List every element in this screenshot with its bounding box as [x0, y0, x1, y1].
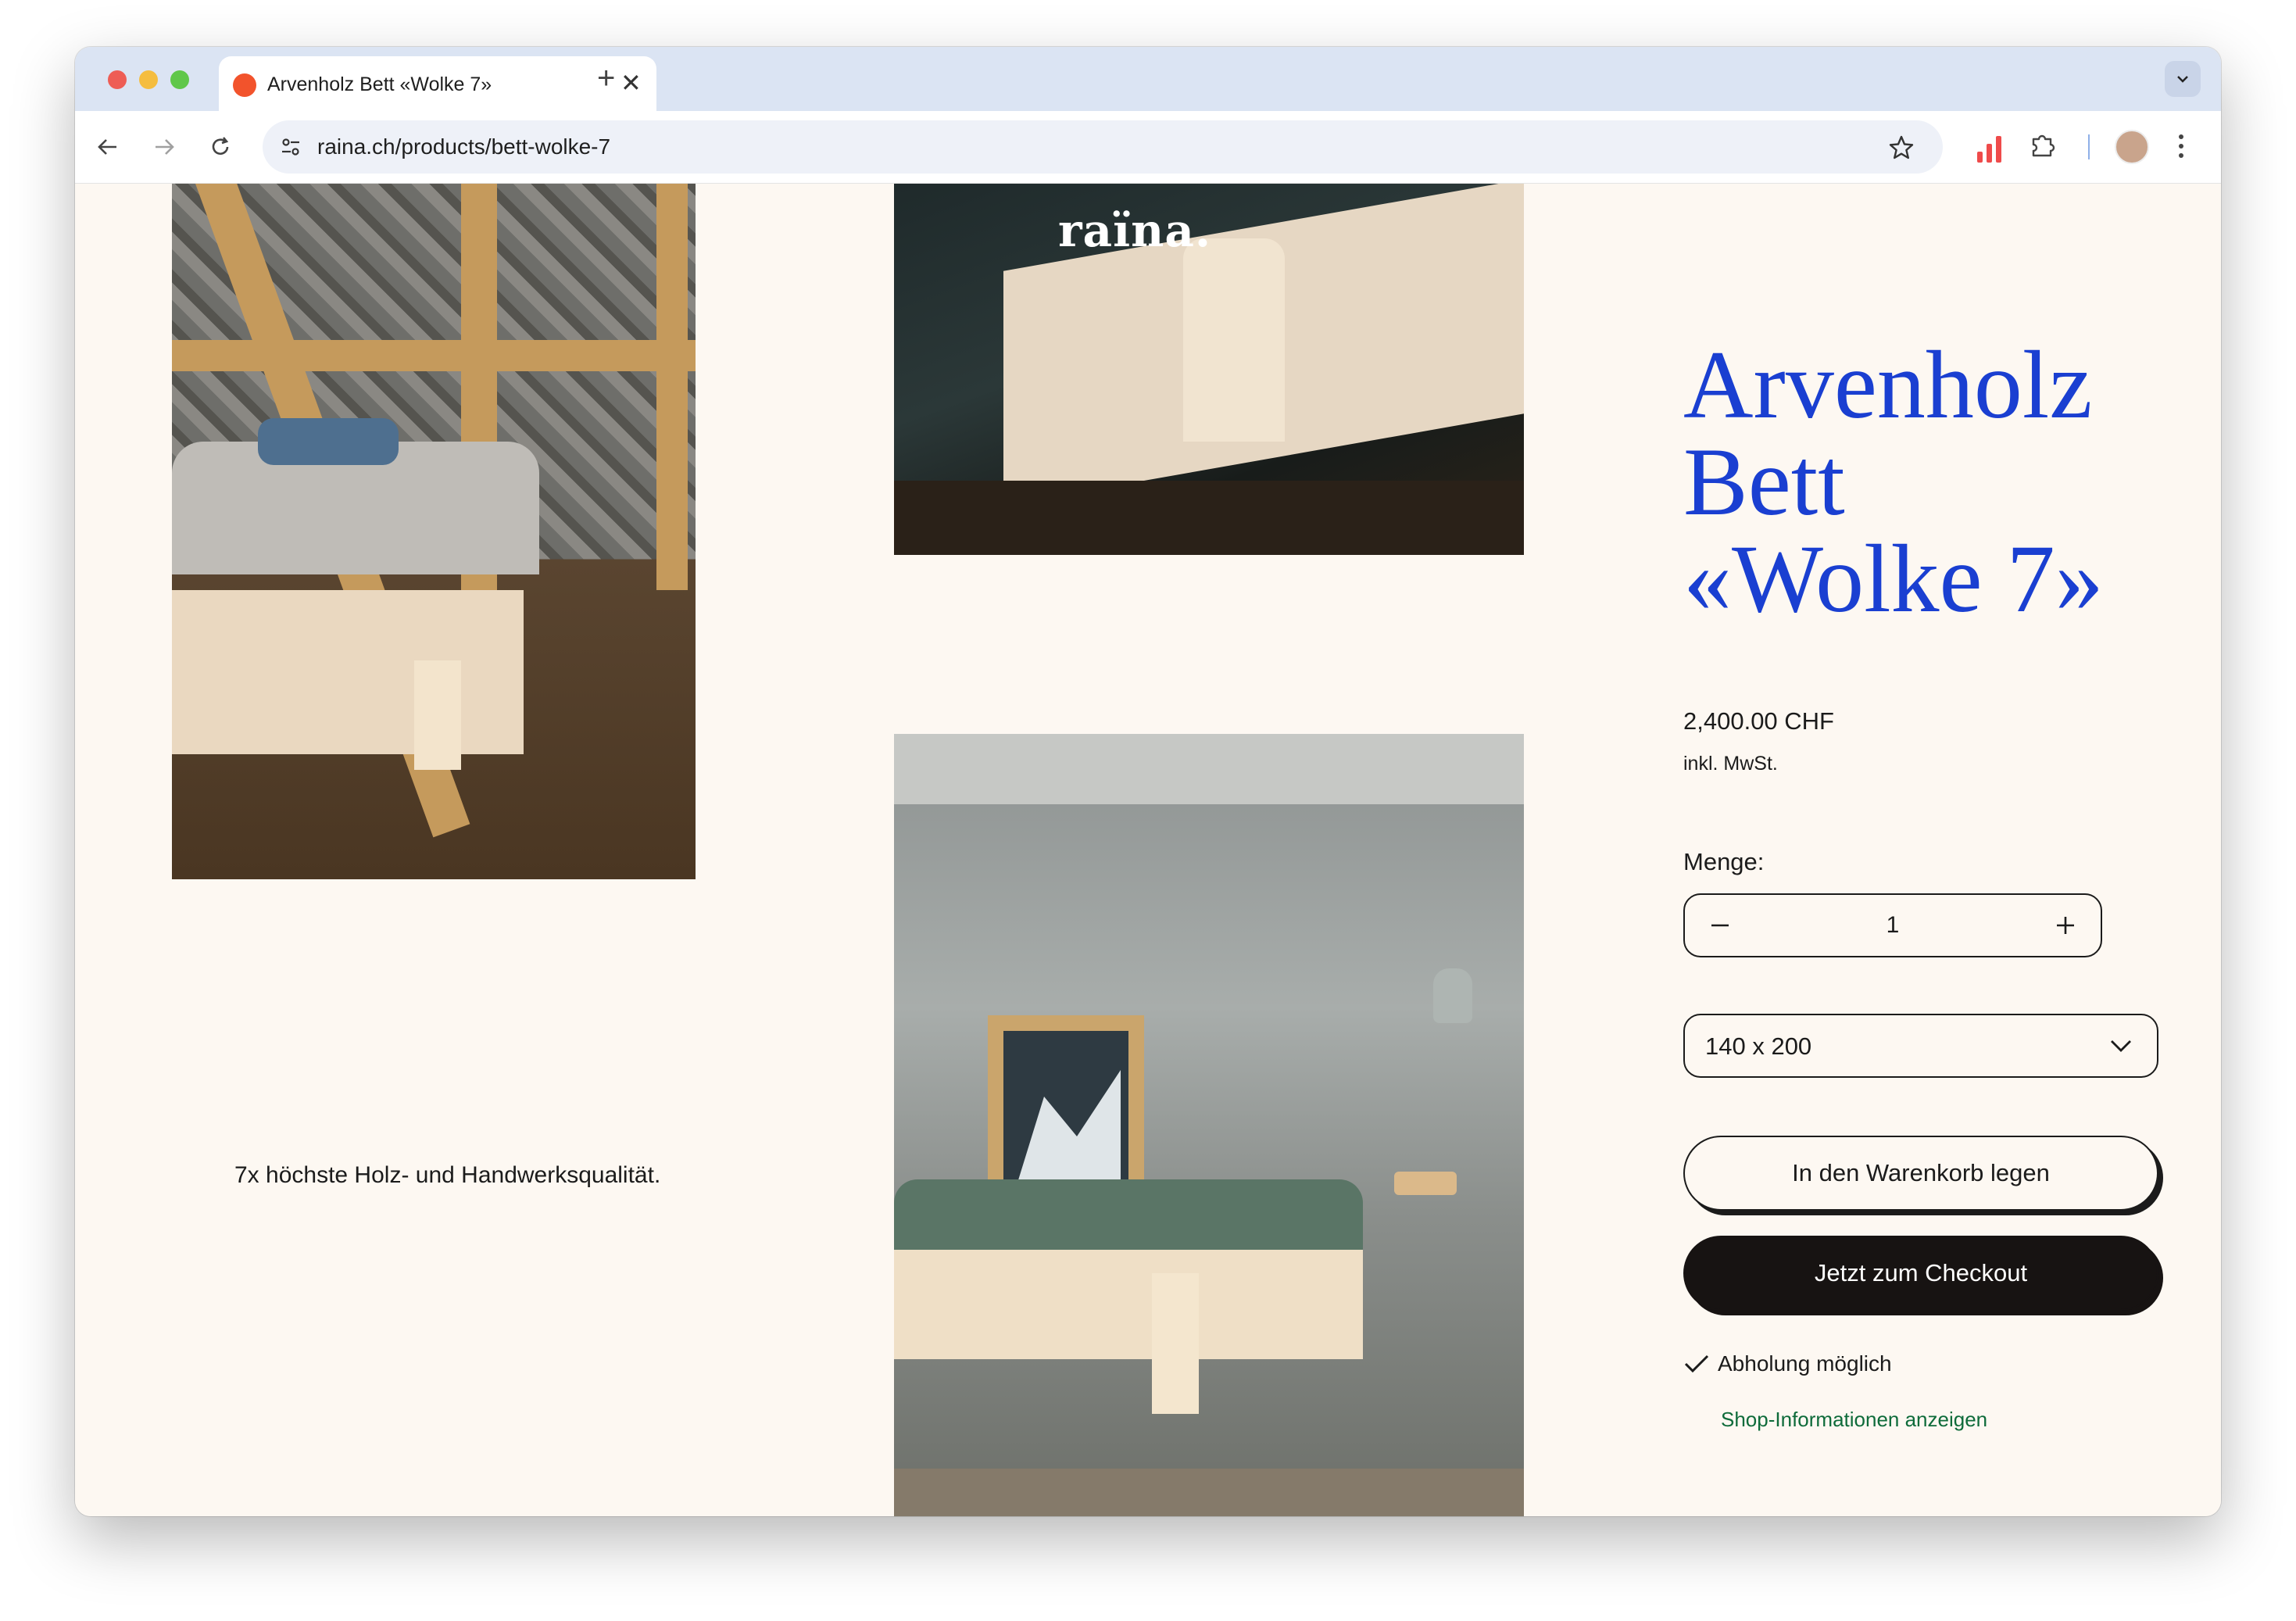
url-text[interactable]: raina.ch/products/bett-wolke-7 — [317, 134, 610, 159]
tab-title: Arvenholz Bett «Wolke 7» — [267, 73, 492, 95]
quantity-input[interactable]: 1 — [1685, 912, 2101, 939]
analytics-extension-icon[interactable] — [1974, 131, 2005, 163]
address-bar[interactable]: raina.ch/products/bett-wolke-7 — [263, 120, 1943, 174]
browser-toolbar: raina.ch/products/bett-wolke-7 — [75, 111, 2221, 184]
tab-strip: Arvenholz Bett «Wolke 7» ✕ + — [75, 47, 2221, 111]
tax-note: inkl. MwSt. — [1683, 753, 1778, 775]
quantity-stepper: 1 — [1683, 893, 2102, 957]
product-photo-bed-stone-wall[interactable] — [172, 184, 696, 879]
minimize-window-button[interactable] — [139, 70, 158, 89]
chevron-down-icon — [2111, 1040, 2131, 1052]
product-page: raïna. 7x höchste Holz- und Handwerksqua… — [75, 184, 2221, 1516]
quantity-label: Menge: — [1683, 848, 1765, 875]
product-price: 2,400.00 CHF — [1683, 707, 1834, 735]
extensions-puzzle-icon[interactable] — [2029, 128, 2057, 168]
raina-logo[interactable]: raïna. — [1058, 204, 1211, 257]
profile-avatar[interactable] — [2115, 130, 2149, 164]
product-photo-bed-joint-detail[interactable]: raïna. — [894, 184, 1524, 555]
pickup-availability: Abholung möglich — [1683, 1351, 1892, 1376]
arrow-right-icon — [156, 139, 174, 155]
tab-close-icon[interactable]: ✕ — [620, 69, 642, 97]
forward-button[interactable] — [144, 127, 184, 167]
add-to-cart-button[interactable]: In den Warenkorb legen — [1683, 1136, 2158, 1211]
size-select[interactable]: 140 x 200 — [1683, 1014, 2158, 1078]
site-settings-icon[interactable] — [275, 131, 306, 163]
product-photo-bed-concrete-room[interactable] — [894, 734, 1524, 1516]
checkout-button[interactable]: Jetzt zum Checkout — [1683, 1236, 2158, 1311]
tab-search-button[interactable] — [2165, 61, 2201, 97]
browser-window: Arvenholz Bett «Wolke 7» ✕ + raina.ch/pr… — [75, 47, 2221, 1516]
maximize-window-button[interactable] — [170, 70, 189, 89]
product-title: Arvenholz Bett «Wolke 7» — [1683, 331, 2104, 632]
reload-icon — [212, 137, 229, 155]
increase-quantity-button[interactable] — [2046, 906, 2085, 945]
size-selected-value: 140 x 200 — [1705, 1032, 1812, 1060]
new-tab-button[interactable]: + — [597, 58, 615, 98]
tab-active[interactable]: Arvenholz Bett «Wolke 7» ✕ — [219, 56, 656, 111]
product-tagline: 7x höchste Holz- und Handwerksqualität. — [234, 1162, 661, 1188]
pickup-text: Abholung möglich — [1718, 1351, 1892, 1376]
checkmark-icon — [1684, 1354, 1709, 1373]
favicon-icon — [233, 73, 256, 97]
back-button[interactable] — [88, 127, 128, 167]
arrow-left-icon — [98, 139, 116, 155]
close-window-button[interactable] — [108, 70, 127, 89]
toolbar-divider — [2088, 134, 2090, 159]
more-menu-icon[interactable] — [2177, 127, 2185, 170]
plus-icon — [2057, 917, 2074, 934]
chevron-down-icon — [2177, 76, 2188, 83]
reload-button[interactable] — [200, 127, 241, 167]
bookmark-star-icon[interactable] — [1888, 130, 1915, 170]
shop-info-link[interactable]: Shop-Informationen anzeigen — [1721, 1408, 1987, 1432]
